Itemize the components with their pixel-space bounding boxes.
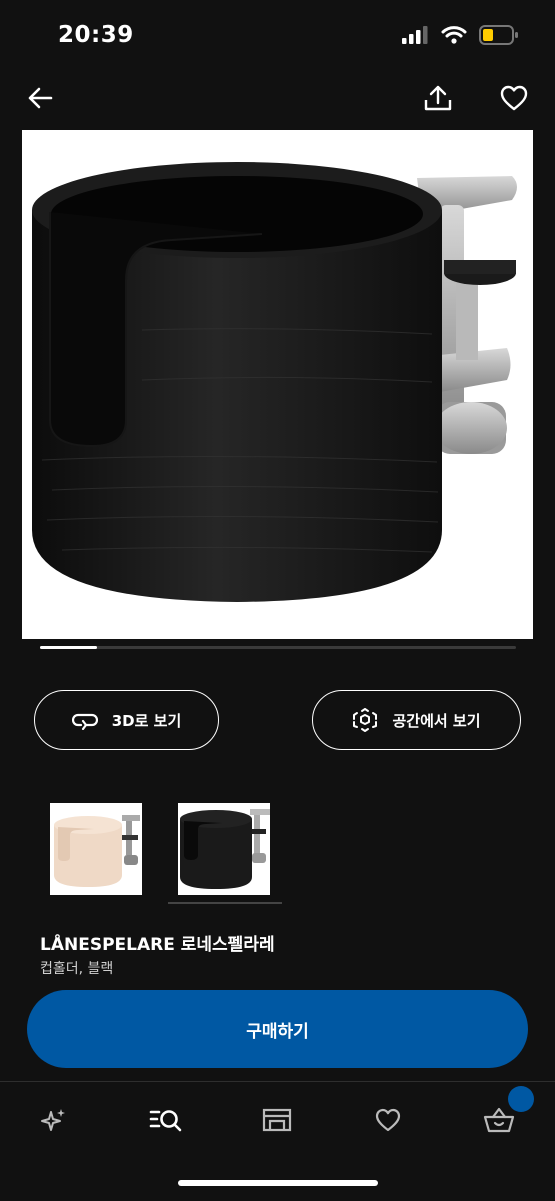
heart-icon — [500, 85, 528, 111]
wifi-icon — [441, 26, 467, 44]
buy-button-label: 구매하기 — [246, 1021, 309, 1042]
variant-thumbnail-black[interactable] — [178, 803, 270, 895]
tab-stores[interactable] — [252, 1100, 302, 1140]
variant-natural-image — [54, 815, 140, 887]
buy-button[interactable]: 구매하기 — [27, 990, 528, 1068]
view-in-space-button[interactable]: 공간에서 보기 — [312, 690, 521, 750]
store-icon — [262, 1108, 292, 1132]
search-list-icon — [149, 1110, 182, 1132]
tab-inspiration[interactable] — [29, 1100, 79, 1140]
product-image[interactable] — [22, 130, 533, 639]
cup-holder-image — [32, 162, 517, 602]
rotate-3d-icon — [71, 713, 98, 730]
view-3d-button[interactable]: 3D로 보기 — [34, 690, 219, 750]
view-in-space-label: 공간에서 보기 — [392, 711, 481, 730]
cart-badge — [508, 1086, 534, 1112]
basket-icon — [483, 1107, 515, 1133]
selected-variant-indicator — [168, 902, 282, 904]
heart-outline-icon — [375, 1108, 401, 1132]
battery-icon — [479, 25, 518, 45]
back-button[interactable] — [18, 72, 62, 124]
status-time: 20:39 — [58, 22, 134, 48]
cellular-signal-icon — [402, 26, 428, 44]
image-scroll-indicator — [40, 646, 516, 649]
tab-favorites[interactable] — [363, 1100, 413, 1140]
variant-black-image — [180, 809, 270, 889]
variant-thumbnail-natural[interactable] — [50, 803, 142, 895]
home-indicator — [178, 1180, 378, 1186]
status-icons — [401, 24, 519, 46]
share-icon — [424, 85, 452, 111]
share-button[interactable] — [416, 72, 460, 124]
arrow-left-icon — [28, 87, 53, 109]
sparkle-icon — [41, 1109, 65, 1131]
status-bar: 20:39 — [0, 0, 555, 70]
image-scroll-thumb — [40, 646, 98, 649]
favorite-button[interactable] — [492, 72, 536, 124]
ar-cube-icon — [353, 708, 378, 732]
top-nav — [0, 72, 555, 124]
view-3d-label: 3D로 보기 — [111, 711, 182, 730]
tab-search[interactable] — [141, 1100, 191, 1140]
product-description: 컵홀더, 블랙 — [40, 961, 114, 977]
product-name: LÅNESPELARE 로네스펠라레 — [40, 935, 275, 955]
